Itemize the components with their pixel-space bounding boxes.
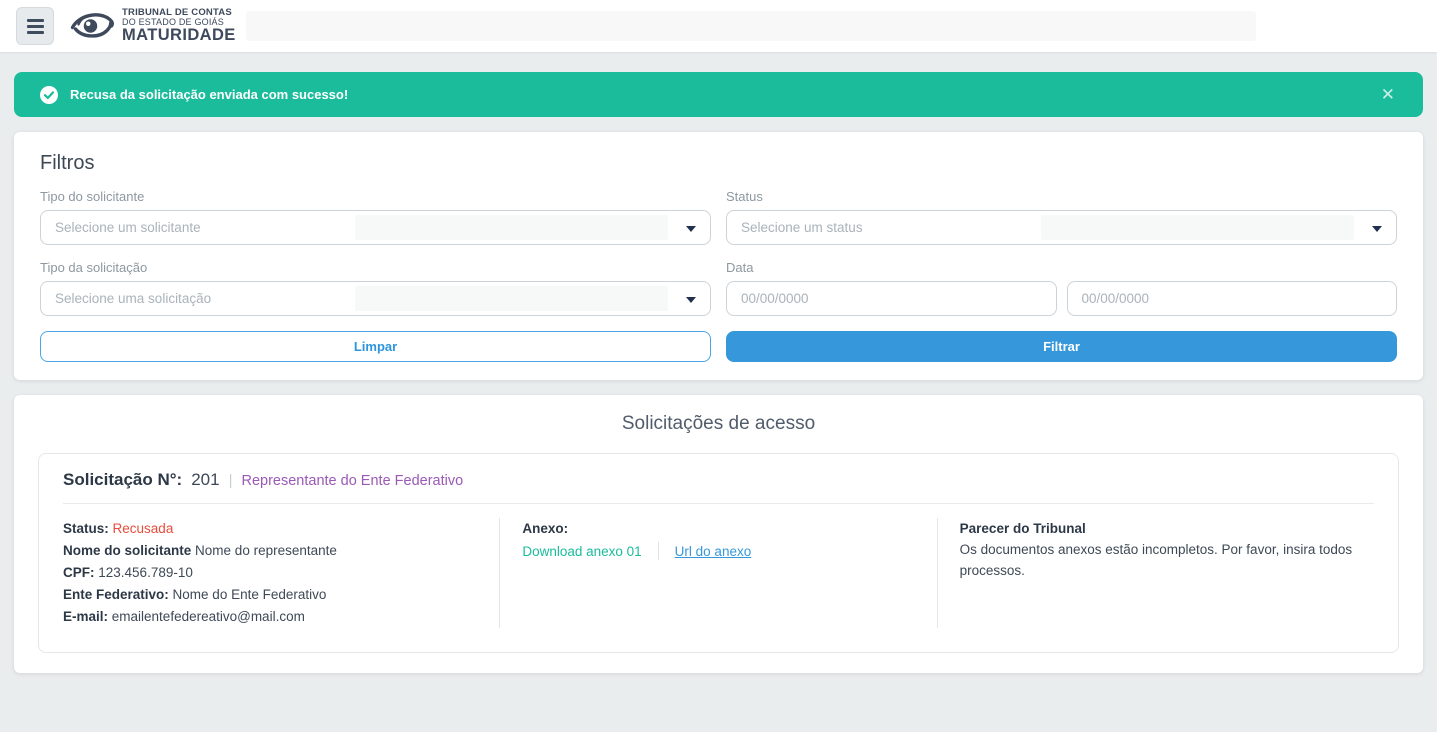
- tipo-solicitante-select[interactable]: Selecione um solicitante: [40, 210, 711, 245]
- detail-status: Status: Nome do representante Recusada: [63, 518, 477, 540]
- alert-message: Recusa da solicitação enviada com sucess…: [70, 87, 1379, 102]
- request-item: Solicitação N°: 201 | Representante do E…: [38, 453, 1399, 653]
- detail-ente: Ente Federativo: Nome do Ente Federativo: [63, 584, 477, 606]
- parecer-label: Parecer do Tribunal: [960, 518, 1374, 539]
- filters-card: Filtros Tipo do solicitante Selecione um…: [14, 132, 1423, 380]
- anexo-label: Anexo:: [522, 518, 936, 540]
- ente-value: Nome do Ente Federativo: [173, 587, 327, 602]
- status-field-label: Status:: [63, 521, 109, 536]
- ente-field-label: Ente Federativo:: [63, 587, 169, 602]
- data-label: Data: [726, 260, 1397, 275]
- divider: [63, 503, 1374, 504]
- skeleton-bar: [355, 215, 668, 240]
- chevron-down-icon: [1372, 226, 1382, 232]
- request-anexo-column: Anexo: Download anexo 01 Url do anexo: [499, 518, 936, 628]
- requester-type: Representante do Ente Federativo: [242, 473, 464, 489]
- logo-line-3: MATURIDADE: [122, 27, 236, 44]
- logo-text: TRIBUNAL DE CONTAS DO ESTADO DE GOIÁS MA…: [122, 8, 236, 45]
- header-placeholder-bar: [246, 11, 1256, 41]
- status-value: Recusada: [113, 521, 174, 536]
- menu-button[interactable]: [16, 7, 54, 45]
- skeleton-bar: [355, 286, 668, 311]
- date-start-input[interactable]: [726, 281, 1057, 316]
- chevron-down-icon: [686, 297, 696, 303]
- requests-title: Solicitações de acesso: [38, 413, 1399, 435]
- detail-nome: Nome do solicitante Nome do representant…: [63, 540, 477, 562]
- parecer-text: Os documentos anexos estão incompletos. …: [960, 539, 1360, 581]
- url-anexo-link[interactable]: Url do anexo: [675, 544, 752, 559]
- detail-cpf: CPF: 123.456.789-10: [63, 562, 477, 584]
- tipo-solicitante-placeholder: Selecione um solicitante: [55, 220, 201, 235]
- success-alert: Recusa da solicitação enviada com sucess…: [14, 72, 1423, 117]
- request-details-column: Status: Nome do representante Recusada N…: [63, 518, 499, 628]
- page-content: Recusa da solicitação enviada com sucess…: [0, 72, 1437, 673]
- status-select[interactable]: Selecione um status: [726, 210, 1397, 245]
- date-end-input[interactable]: [1067, 281, 1398, 316]
- filter-button[interactable]: Filtrar: [726, 331, 1397, 362]
- detail-email: E-mail: emailentefedereativo@mail.com: [63, 606, 477, 628]
- separator: |: [229, 472, 233, 489]
- tipo-solicitante-label: Tipo do solicitante: [40, 189, 711, 204]
- clear-button[interactable]: Limpar: [40, 331, 711, 362]
- app-header: TRIBUNAL DE CONTAS DO ESTADO DE GOIÁS MA…: [0, 0, 1437, 52]
- check-circle-icon: [40, 86, 58, 104]
- requests-card: Solicitações de acesso Solicitação N°: 2…: [14, 395, 1423, 673]
- request-parecer-column: Parecer do Tribunal Os documentos anexos…: [937, 518, 1374, 628]
- filters-title: Filtros: [40, 152, 1397, 175]
- tipo-solicitacao-placeholder: Selecione uma solicitação: [55, 291, 211, 306]
- download-anexo-link[interactable]: Download anexo 01: [522, 544, 641, 559]
- eye-logo-icon: [68, 8, 116, 44]
- cpf-field-label: CPF:: [63, 565, 95, 580]
- request-header: Solicitação N°: 201 | Representante do E…: [63, 470, 1374, 490]
- email-value: emailentefedereativo@mail.com: [112, 609, 305, 624]
- email-field-label: E-mail:: [63, 609, 108, 624]
- skeleton-bar: [1041, 215, 1354, 240]
- close-icon[interactable]: ✕: [1379, 82, 1397, 107]
- chevron-down-icon: [686, 226, 696, 232]
- app-logo: TRIBUNAL DE CONTAS DO ESTADO DE GOIÁS MA…: [68, 8, 236, 45]
- divider: [658, 542, 659, 560]
- tipo-solicitacao-label: Tipo da solicitação: [40, 260, 711, 275]
- nome-field-label: Nome do solicitante: [63, 543, 191, 558]
- request-number: 201: [191, 470, 219, 490]
- cpf-value: 123.456.789-10: [98, 565, 193, 580]
- request-number-label: Solicitação N°:: [63, 470, 182, 490]
- tipo-solicitacao-select[interactable]: Selecione uma solicitação: [40, 281, 711, 316]
- nome-value: Nome do representante: [195, 543, 337, 558]
- hamburger-icon: [27, 19, 44, 34]
- status-placeholder: Selecione um status: [741, 220, 863, 235]
- status-label: Status: [726, 189, 1397, 204]
